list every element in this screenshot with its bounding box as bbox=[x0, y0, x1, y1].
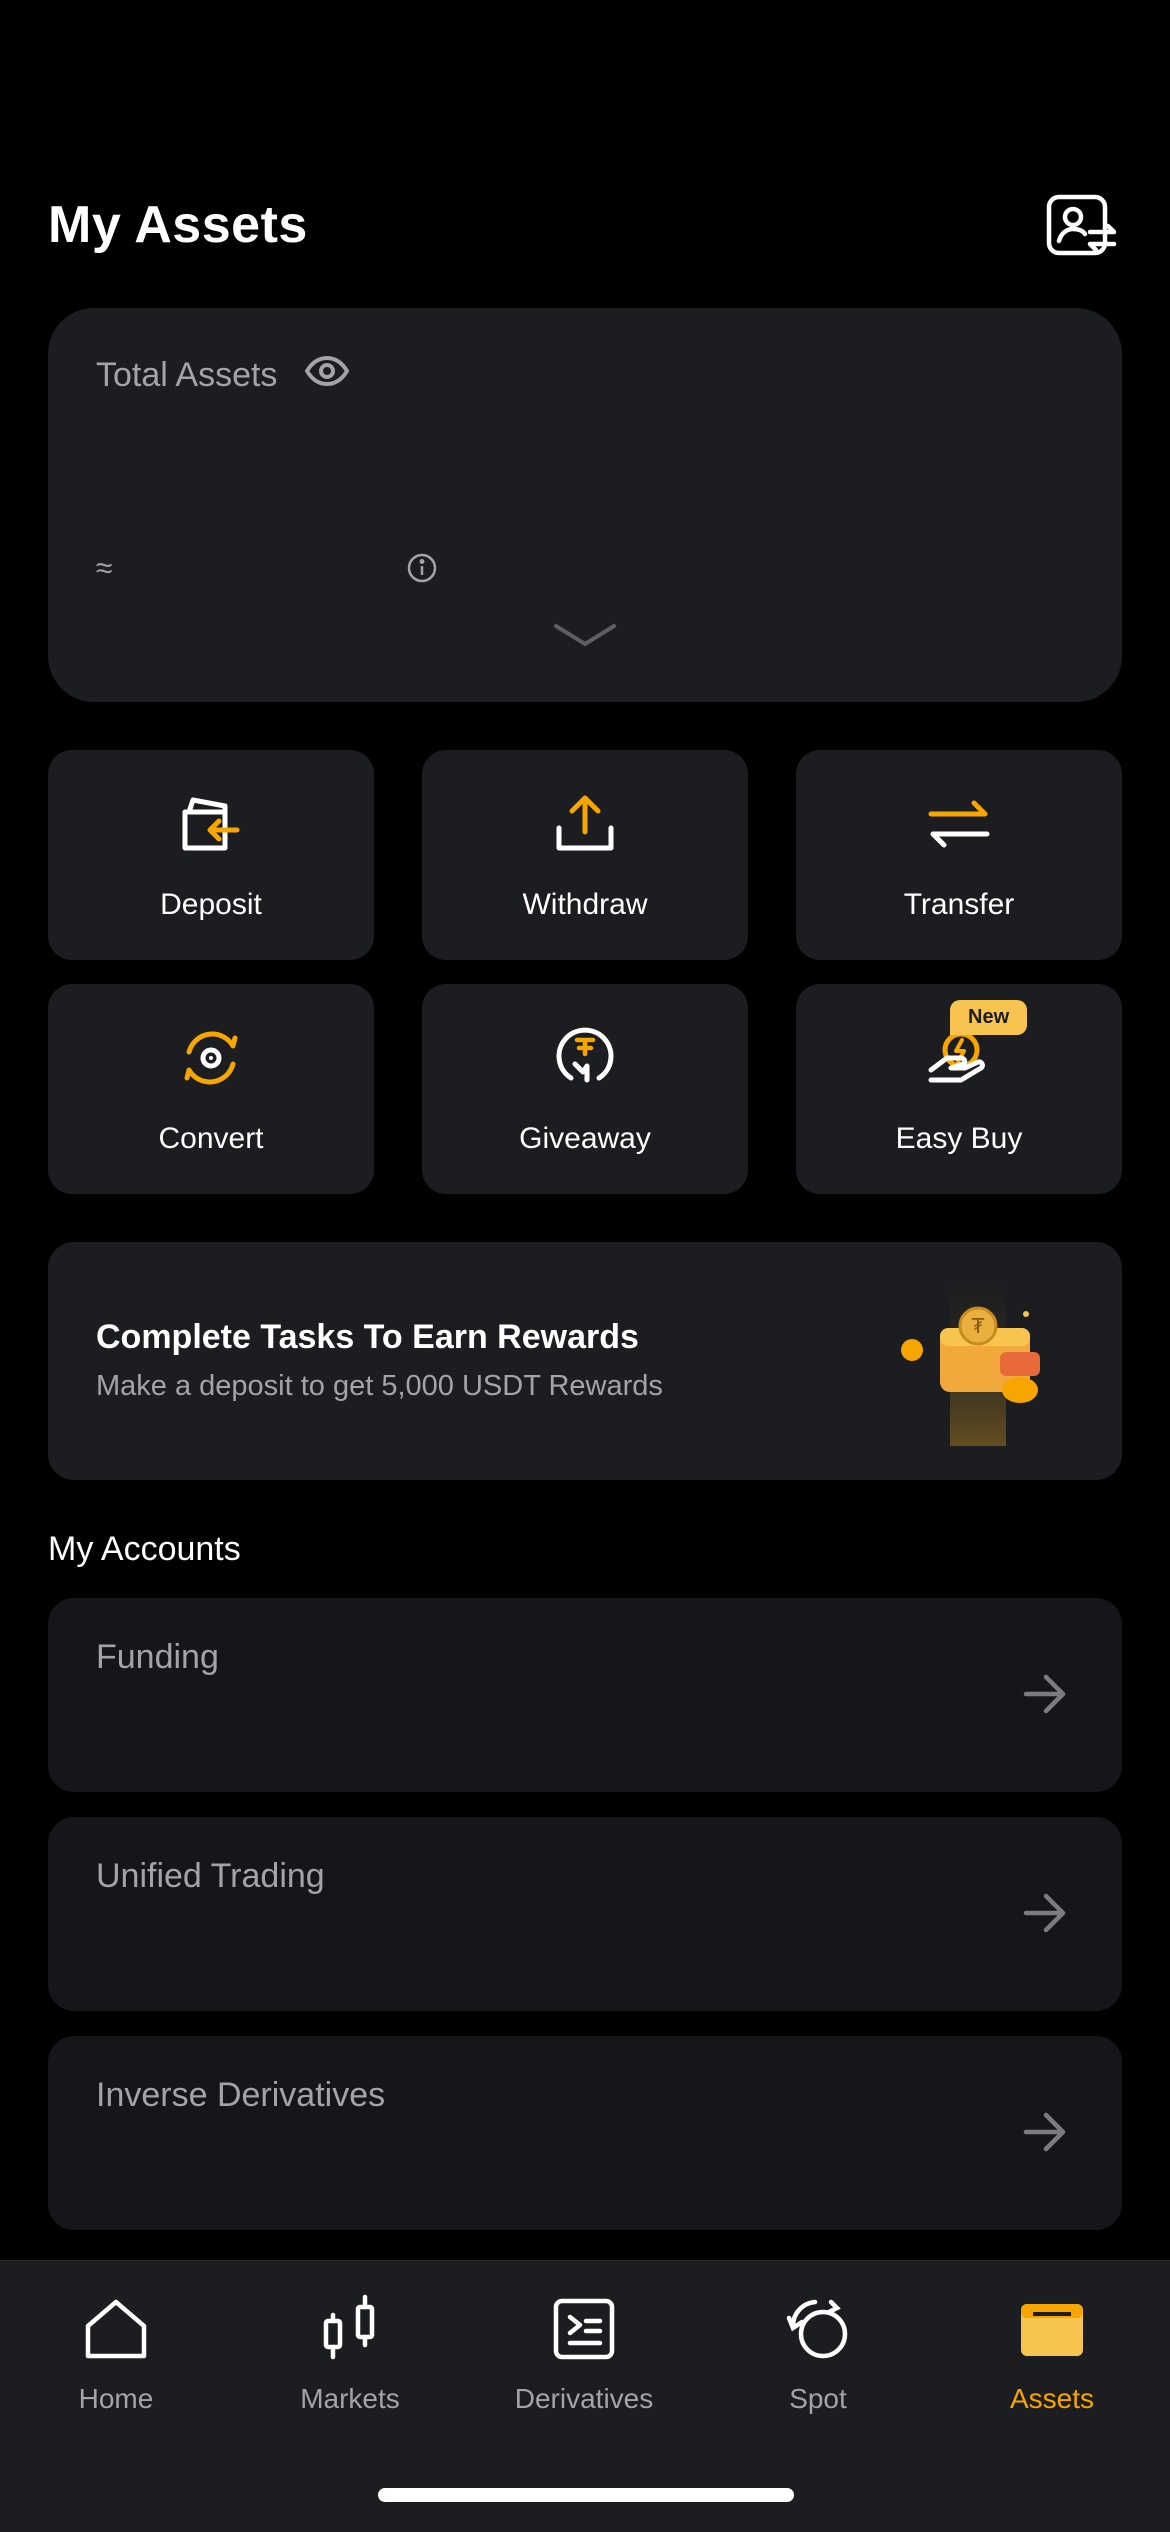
header: My Assets bbox=[48, 180, 1122, 270]
account-switch-icon[interactable] bbox=[1042, 185, 1122, 265]
tab-derivatives[interactable]: Derivatives bbox=[484, 2289, 684, 2415]
tab-assets[interactable]: Assets bbox=[952, 2289, 1152, 2415]
promo-title: Complete Tasks To Earn Rewards bbox=[96, 1318, 639, 1356]
wallet-rewards-icon: ₮ bbox=[896, 1278, 1056, 1450]
home-indicator bbox=[378, 2488, 794, 2502]
tab-label: Spot bbox=[789, 2383, 847, 2414]
arrow-right-icon bbox=[1022, 1672, 1068, 1721]
chevron-down-icon[interactable] bbox=[552, 620, 618, 655]
withdraw-button[interactable]: Withdraw bbox=[422, 750, 748, 960]
promo-subtitle: Make a deposit to get 5,000 USDT Rewards bbox=[96, 1370, 663, 1402]
withdraw-icon bbox=[549, 788, 621, 860]
transfer-label: Transfer bbox=[903, 888, 1015, 921]
giveaway-icon bbox=[549, 1022, 621, 1094]
transfer-button[interactable]: Transfer bbox=[796, 750, 1122, 960]
derivatives-icon bbox=[544, 2289, 624, 2369]
transfer-icon bbox=[923, 788, 995, 860]
arrow-right-icon bbox=[1022, 2110, 1068, 2159]
total-assets-card: Total Assets ≈ bbox=[48, 308, 1122, 702]
page-title: My Assets bbox=[48, 196, 308, 254]
giveaway-button[interactable]: Giveaway bbox=[422, 984, 748, 1194]
arrow-right-icon bbox=[1022, 1891, 1068, 1940]
total-assets-label-row: Total Assets bbox=[96, 355, 350, 395]
tab-label: Markets bbox=[300, 2383, 400, 2414]
deposit-label: Deposit bbox=[160, 888, 262, 921]
info-icon[interactable] bbox=[406, 552, 438, 589]
total-assets-label: Total Assets bbox=[96, 356, 278, 394]
account-inverse-derivatives[interactable]: Inverse Derivatives bbox=[48, 2036, 1122, 2230]
account-funding[interactable]: Funding bbox=[48, 1598, 1122, 1792]
tab-home[interactable]: Home bbox=[16, 2289, 216, 2415]
candlestick-icon bbox=[310, 2289, 390, 2369]
easy-buy-label: Easy Buy bbox=[895, 1122, 1023, 1155]
account-name: Funding bbox=[96, 1638, 219, 1676]
svg-text:₮: ₮ bbox=[972, 1314, 985, 1338]
withdraw-label: Withdraw bbox=[522, 888, 648, 921]
my-accounts-title: My Accounts bbox=[48, 1530, 241, 1568]
convert-icon bbox=[175, 1022, 247, 1094]
deposit-button[interactable]: Deposit bbox=[48, 750, 374, 960]
account-name: Unified Trading bbox=[96, 1857, 325, 1895]
tab-label: Assets bbox=[1009, 2383, 1095, 2414]
home-icon bbox=[76, 2289, 156, 2369]
wallet-icon bbox=[1012, 2289, 1092, 2369]
convert-label: Convert bbox=[158, 1122, 264, 1155]
new-badge: New bbox=[950, 1000, 1028, 1035]
approx-symbol: ≈ bbox=[96, 552, 113, 585]
rewards-banner[interactable]: Complete Tasks To Earn Rewards Make a de… bbox=[48, 1242, 1122, 1480]
tab-markets[interactable]: Markets bbox=[250, 2289, 450, 2415]
tab-label: Home bbox=[78, 2383, 154, 2414]
giveaway-label: Giveaway bbox=[519, 1122, 651, 1155]
quick-actions: Deposit Withdraw Transfer Convert Giveaw… bbox=[48, 750, 1122, 1194]
convert-button[interactable]: Convert bbox=[48, 984, 374, 1194]
eye-icon[interactable] bbox=[305, 355, 350, 395]
easy-buy-button[interactable]: Easy Buy New bbox=[796, 984, 1122, 1194]
deposit-icon bbox=[175, 788, 247, 860]
spot-icon bbox=[778, 2289, 858, 2369]
account-unified-trading[interactable]: Unified Trading bbox=[48, 1817, 1122, 2011]
account-name: Inverse Derivatives bbox=[96, 2076, 386, 2114]
tab-spot[interactable]: Spot bbox=[718, 2289, 918, 2415]
tab-label: Derivatives bbox=[514, 2383, 654, 2414]
